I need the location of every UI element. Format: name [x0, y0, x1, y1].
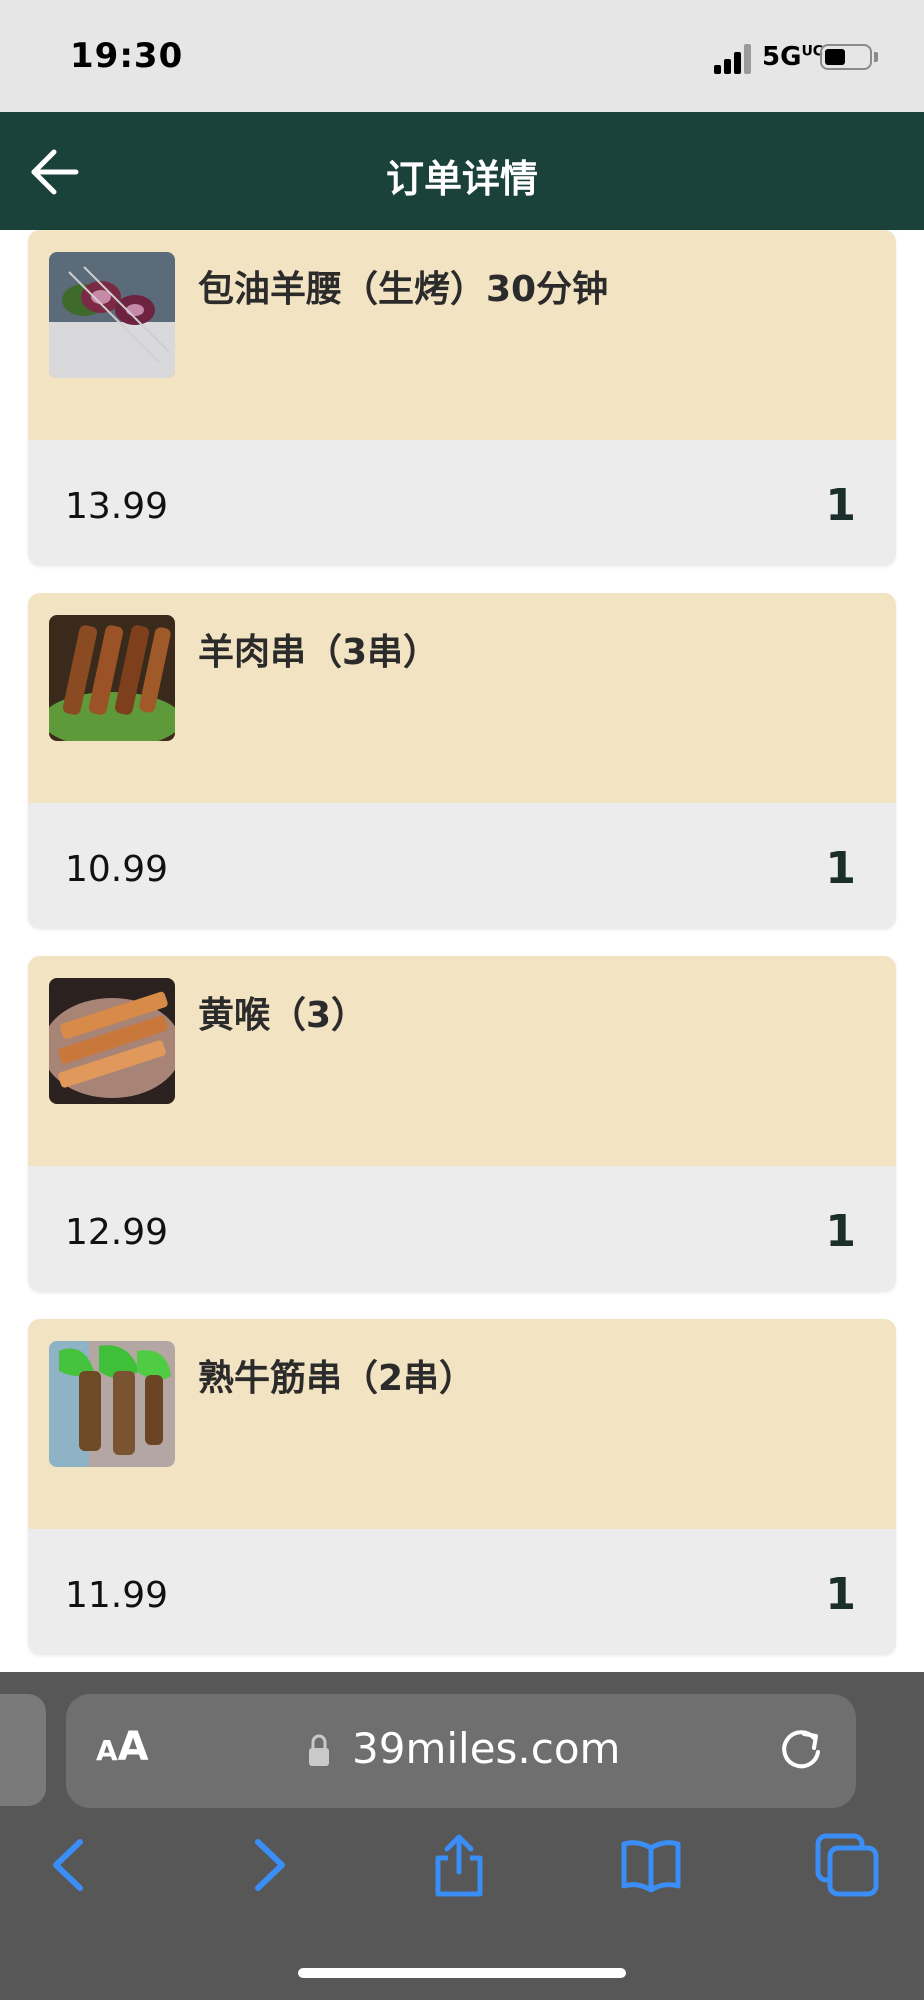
card-price-section: 11.99 1: [28, 1529, 896, 1655]
item-quantity: 1: [825, 1206, 856, 1257]
item-thumbnail: [49, 1341, 175, 1467]
card-price-section: 10.99 1: [28, 803, 896, 929]
card-info-section: 熟牛筋串（2串）: [28, 1319, 896, 1529]
item-thumbnail: [49, 252, 175, 378]
item-price: 10.99: [65, 849, 169, 890]
browser-toolbar: AA 39miles.com: [0, 1672, 924, 2000]
network-indicator: 5GUC: [762, 42, 824, 72]
order-item-list: 包油羊腰（生烤）30分钟 13.99 1 羊肉串（3串） 10.99 1 黄喉（…: [28, 230, 896, 1682]
address-bar[interactable]: AA 39miles.com: [66, 1694, 856, 1808]
card-info-section: 羊肉串（3串）: [28, 593, 896, 803]
bookmarks-icon[interactable]: [618, 1832, 684, 1898]
battery-icon: [820, 44, 872, 70]
back-icon[interactable]: [36, 1832, 102, 1898]
item-price: 12.99: [65, 1212, 169, 1253]
order-item-card[interactable]: 黄喉（3） 12.99 1: [28, 956, 896, 1292]
item-price: 13.99: [65, 486, 169, 527]
item-name: 包油羊腰（生烤）30分钟: [198, 269, 609, 310]
share-icon[interactable]: [426, 1832, 492, 1898]
tabs-icon[interactable]: [814, 1832, 880, 1898]
battery-tip: [874, 52, 878, 62]
card-info-section: 包油羊腰（生烤）30分钟: [28, 230, 896, 440]
home-indicator: [298, 1968, 626, 1978]
order-item-card[interactable]: 羊肉串（3串） 10.99 1: [28, 593, 896, 929]
item-thumbnail: [49, 615, 175, 741]
forward-icon[interactable]: [236, 1832, 302, 1898]
order-item-card[interactable]: 包油羊腰（生烤）30分钟 13.99 1: [28, 230, 896, 566]
text-size-button[interactable]: AA: [96, 1724, 149, 1770]
item-name: 熟牛筋串（2串）: [198, 1358, 476, 1399]
order-item-card[interactable]: 熟牛筋串（2串） 11.99 1: [28, 1319, 896, 1655]
lock-icon: [309, 1734, 329, 1766]
app-header: 订单详情: [0, 112, 924, 230]
item-thumbnail: [49, 978, 175, 1104]
item-quantity: 1: [825, 843, 856, 894]
item-name: 羊肉串（3串）: [198, 632, 440, 673]
page-title: 订单详情: [385, 157, 538, 201]
item-name: 黄喉（3）: [198, 995, 368, 1036]
card-price-section: 12.99 1: [28, 1166, 896, 1292]
signal-icon: [714, 44, 754, 74]
status-time: 19:30: [70, 36, 184, 76]
item-quantity: 1: [825, 1569, 856, 1620]
previous-tab-preview[interactable]: [0, 1694, 46, 1806]
url-text: 39miles.com: [352, 1724, 621, 1773]
reload-icon[interactable]: [776, 1724, 826, 1774]
item-quantity: 1: [825, 480, 856, 531]
status-bar: 19:30 5GUC: [0, 0, 924, 112]
item-price: 11.99: [65, 1575, 169, 1616]
card-info-section: 黄喉（3）: [28, 956, 896, 1166]
card-price-section: 13.99 1: [28, 440, 896, 566]
